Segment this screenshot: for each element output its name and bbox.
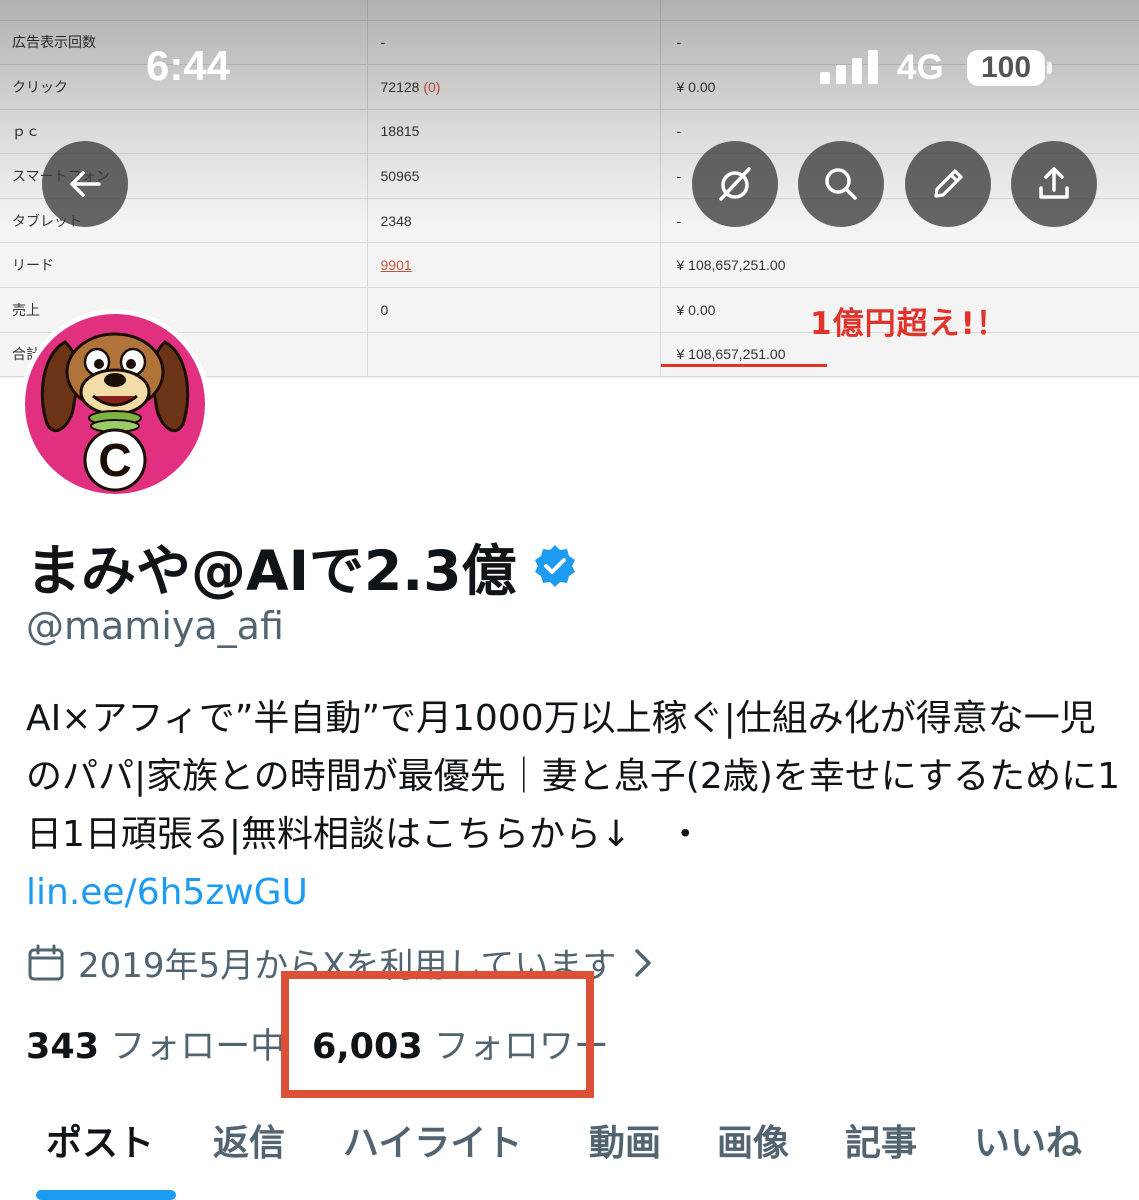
avatar-image: C — [25, 314, 205, 494]
row-value — [367, 332, 661, 378]
tab-highlights[interactable]: ハイライト — [343, 1114, 522, 1166]
tab-posts[interactable]: ポスト — [46, 1114, 154, 1166]
following-link[interactable]: 343 フォロー中 — [26, 1018, 285, 1069]
banner-annotation: 1億円超え!！ — [810, 306, 1008, 342]
dog-mascot-icon: C — [40, 332, 190, 492]
row-value-cell: 9901 — [367, 242, 661, 289]
user-handle: @mamiya_afi — [26, 604, 284, 648]
row-value: - — [367, 20, 661, 66]
total-underline — [661, 364, 827, 367]
calendar-icon — [28, 944, 64, 980]
battery-tip — [1047, 62, 1052, 74]
following-label: フォロー中 — [110, 1027, 286, 1067]
tab-articles[interactable]: 記事 — [845, 1114, 917, 1166]
table-cell — [660, 0, 1139, 21]
pencil-icon — [934, 169, 963, 198]
row-value-link: 9901 — [380, 257, 412, 274]
network-label: 4G — [897, 48, 944, 87]
row-label: リード — [0, 242, 368, 289]
followers-highlight-box — [281, 971, 594, 1098]
display-name-row: まみや@AIで2.3億 — [26, 526, 578, 606]
search-icon — [825, 168, 857, 200]
table-row — [0, 0, 1139, 21]
row-value-sub: (0) — [423, 78, 441, 95]
battery-icon: 100 — [967, 50, 1045, 86]
avatar[interactable]: C — [20, 309, 210, 499]
search-button[interactable] — [798, 141, 884, 227]
row-label: ｐｃ — [0, 109, 368, 155]
row-value: 72128 — [380, 78, 420, 95]
row-amount: ¥ 108,657,251.00 — [660, 242, 1139, 289]
row-value: 50965 — [367, 153, 661, 199]
arrow-left-icon — [70, 171, 101, 197]
tab-replies[interactable]: 返信 — [213, 1114, 285, 1166]
row-value-cell: 72128 (0) — [367, 64, 661, 110]
bio: AI×アフィで”半自動”で月1000万以上稼ぐ|仕組み化が得意な一児のパパ|家族… — [26, 690, 1121, 922]
signal-icon — [820, 50, 878, 84]
row-value: 0 — [367, 287, 661, 333]
display-name: まみや@AIで2.3億 — [26, 539, 517, 603]
row-value: 2348 — [367, 198, 661, 244]
active-tab-indicator — [36, 1190, 176, 1200]
row-label: 売上 — [0, 287, 368, 333]
profile-tabs: ポスト 返信 ハイライト 動画 画像 記事 いいね — [0, 1114, 1139, 1200]
grok-button[interactable] — [692, 141, 778, 227]
avatar-letter: C — [98, 434, 131, 486]
edit-button[interactable] — [905, 141, 991, 227]
following-count: 343 — [26, 1027, 100, 1067]
grok-icon — [719, 167, 751, 201]
verified-badge-icon[interactable] — [532, 543, 578, 589]
back-button[interactable] — [42, 141, 128, 227]
bio-text: AI×アフィで”半自動”で月1000万以上稼ぐ|仕組み化が得意な一児のパパ|家族… — [26, 698, 1121, 855]
table-row: リード 9901 ¥ 108,657,251.00 — [0, 242, 1139, 289]
tab-media[interactable]: 画像 — [717, 1114, 789, 1166]
bio-link[interactable]: lin.ee/6h5zwGU — [26, 872, 308, 913]
status-time: 6:44 — [146, 42, 231, 89]
table-cell — [0, 0, 368, 21]
row-value: 18815 — [367, 109, 661, 155]
chevron-right-icon — [635, 948, 652, 977]
share-button[interactable] — [1011, 141, 1097, 227]
table-cell — [367, 0, 661, 21]
share-icon — [1039, 167, 1069, 199]
tab-videos[interactable]: 動画 — [589, 1114, 661, 1166]
tab-likes[interactable]: いいね — [974, 1114, 1082, 1166]
